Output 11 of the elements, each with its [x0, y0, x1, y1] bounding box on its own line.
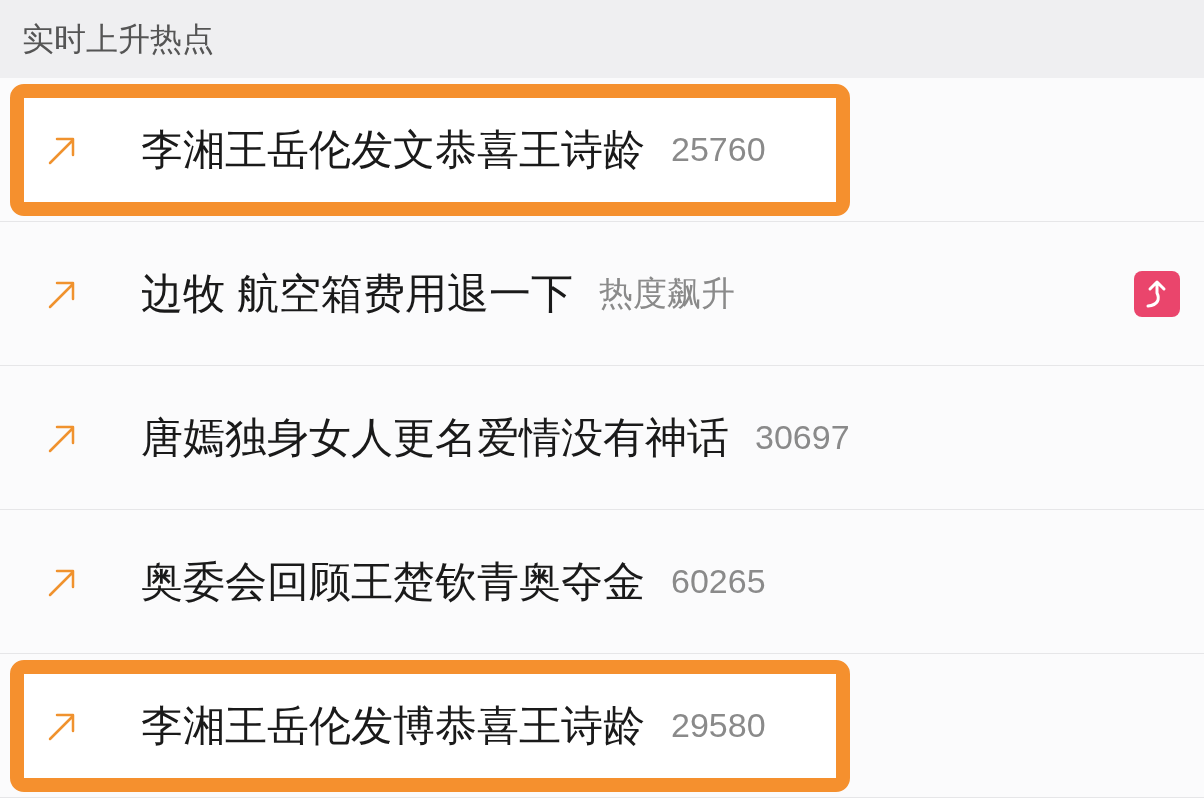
section-title: 实时上升热点 [22, 20, 214, 59]
heat-count: 60265 [671, 561, 766, 602]
topic-title[interactable]: 唐嫣独身女人更名爱情没有神话 [141, 406, 729, 469]
topic-title[interactable]: 奥委会回顾王楚钦青奥夺金 [141, 550, 645, 613]
heat-count: 热度飙升 [598, 273, 735, 314]
topic-title[interactable]: 边牧 航空箱费用退一下 [141, 262, 573, 325]
topic-title[interactable]: 李湘王岳伦发文恭喜王诗龄 [141, 118, 645, 181]
heat-count: 25760 [671, 129, 766, 170]
heat-count: 29580 [671, 705, 766, 746]
topic-title[interactable]: 李湘王岳伦发博恭喜王诗龄 [141, 694, 645, 757]
heat-count: 30697 [755, 417, 850, 458]
